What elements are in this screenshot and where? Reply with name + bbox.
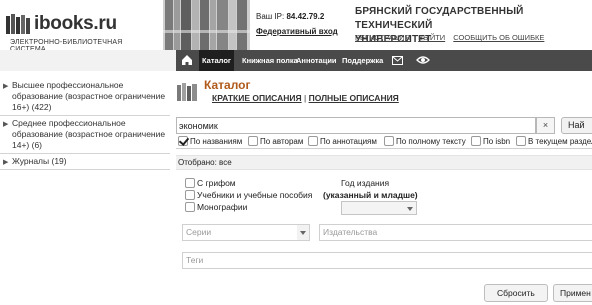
sidebar-item-label: 14+) (6) (12, 140, 42, 150)
eye-icon[interactable] (416, 55, 430, 65)
short-descriptions-link[interactable]: КРАТКИЕ ОПИСАНИЯ (212, 93, 302, 103)
report-error-link[interactable]: СООБЩИТЬ ОБ ОШИБКЕ (453, 33, 544, 42)
checkbox-checked[interactable] (178, 136, 188, 146)
federated-login-link[interactable]: Федеративный вход (256, 27, 338, 36)
register-link[interactable]: РЕГИСТРАЦИЯ (355, 33, 410, 42)
filter-label: По полному тексту (396, 137, 466, 146)
books-icon (177, 83, 197, 101)
site-header: ibooks.ru ЭЛЕКТРОННО-БИБЛИОТЕЧНАЯ СИСТЕМ… (0, 0, 592, 53)
filter-label: По аннотациям (320, 137, 377, 146)
clear-search-button[interactable]: × (536, 117, 555, 134)
ip-label: Ваш IP: (256, 12, 285, 21)
category-sidebar: ▶ Высшее профессиональное образование (в… (0, 78, 170, 170)
view-mode-links: КРАТКИЕ ОПИСАНИЯ | ПОЛНЫЕ ОПИСАНИЯ (212, 93, 399, 103)
sidebar-item-journals[interactable]: ▶ Журналы (19) (0, 154, 170, 170)
series-input[interactable]: Серии (182, 224, 298, 241)
publisher-input[interactable]: Издательства (319, 224, 592, 241)
option-monographs[interactable]: Монографии (185, 202, 247, 212)
search-bar: × Най (176, 117, 592, 135)
chevron-right-icon: ▶ (3, 121, 9, 128)
bookshelf-banner-image (163, 0, 250, 50)
account-links: РЕГИСТРАЦИЯ ВЫЙТИ СООБЩИТЬ ОБ ОШИБКЕ (355, 33, 550, 42)
home-icon[interactable] (180, 53, 194, 67)
option-label: Монографии (197, 202, 248, 212)
checkbox[interactable] (471, 136, 481, 146)
filter-label: По isbn (483, 137, 511, 146)
checkbox[interactable] (516, 136, 526, 146)
filter-label: По названиям (190, 137, 243, 146)
nav-spacer (0, 50, 176, 71)
reset-button[interactable]: Сбросить (484, 284, 548, 302)
chevron-down-icon (300, 231, 306, 235)
search-filters: По названиям По авторам По аннотациям По… (178, 135, 592, 149)
filter-by-title[interactable]: По названиям (178, 136, 242, 146)
chevron-down-icon (407, 207, 413, 211)
full-descriptions-link[interactable]: ПОЛНЫЕ ОПИСАНИЯ (309, 93, 399, 103)
filter-by-authors[interactable]: По авторам (248, 136, 303, 146)
divider (176, 148, 592, 149)
filter-label: В текущем разделе (528, 137, 592, 146)
nav-item-support[interactable]: Поддержка (342, 50, 383, 71)
filter-by-annotations[interactable]: По аннотациям (308, 136, 377, 146)
sidebar-item-label: образование (возрастное ограничение (12, 91, 166, 101)
search-input[interactable] (176, 117, 536, 134)
logout-link[interactable]: ВЫЙТИ (418, 33, 445, 42)
nav-item-bookshelf[interactable]: Книжная полка (242, 50, 298, 71)
site-logo[interactable]: ibooks.ru ЭЛЕКТРОННО-БИБЛИОТЕЧНАЯ СИСТЕМ… (4, 12, 154, 53)
nav-item-annotations[interactable]: Аннотации (296, 50, 337, 71)
selected-count: Отобрано: все (176, 155, 592, 170)
year-hint: (указанный и младше) (323, 190, 418, 200)
ip-value: 84.42.79.2 (286, 12, 325, 21)
sidebar-item-label: Журналы (19) (12, 156, 67, 166)
tags-input[interactable]: Теги (182, 252, 592, 269)
nav-item-catalog[interactable]: Каталог (199, 50, 235, 71)
option-label: Учебники и учебные пособия (197, 190, 313, 200)
chevron-right-icon: ▶ (3, 83, 9, 90)
filter-current-section[interactable]: В текущем разделе (516, 136, 592, 146)
filter-by-full-text[interactable]: По полному тексту (384, 136, 466, 146)
option-textbooks[interactable]: Учебники и учебные пособия (185, 190, 312, 200)
filter-by-isbn[interactable]: По isbn (471, 136, 510, 146)
mail-icon[interactable] (392, 56, 403, 65)
university-name-line1: БРЯНСКИЙ ГОСУДАРСТВЕННЫЙ ТЕХНИЧЕСКИЙ (355, 6, 524, 31)
books-logo-icon (6, 14, 30, 34)
sidebar-item-label: Среднее профессиональное (12, 118, 126, 128)
sidebar-item-secondary-education[interactable]: ▶ Среднее профессиональное образование (… (0, 116, 170, 154)
filter-label: По авторам (260, 137, 304, 146)
find-button[interactable]: Най (561, 117, 592, 134)
page-title: Каталог (204, 78, 251, 92)
option-label: С грифом (197, 178, 236, 188)
checkbox[interactable] (185, 202, 195, 212)
sidebar-item-higher-education[interactable]: ▶ Высшее профессиональное образование (в… (0, 78, 170, 116)
year-label: Год издания (341, 178, 390, 188)
checkbox[interactable] (185, 190, 195, 200)
checkbox[interactable] (248, 136, 258, 146)
sidebar-item-label: образование (возрастное ограничение (12, 129, 166, 139)
chevron-right-icon: ▶ (3, 159, 9, 166)
sidebar-item-label: Высшее профессиональное (12, 80, 124, 90)
sidebar-item-label: 16+) (422) (12, 102, 52, 112)
logo-text: ibooks.ru (34, 13, 117, 34)
main-nav: Каталог Книжная полка Аннотации Поддержк… (0, 50, 592, 71)
checkbox[interactable] (384, 136, 394, 146)
ip-address: Ваш IP: 84.42.79.2 (256, 12, 324, 21)
apply-button[interactable]: Примен (553, 284, 592, 302)
checkbox[interactable] (308, 136, 318, 146)
series-dropdown-button[interactable] (297, 224, 310, 241)
year-select[interactable] (341, 201, 417, 215)
option-with-stamp[interactable]: С грифом (185, 178, 236, 188)
view-mode-separator: | (303, 93, 307, 103)
checkbox[interactable] (185, 178, 195, 188)
